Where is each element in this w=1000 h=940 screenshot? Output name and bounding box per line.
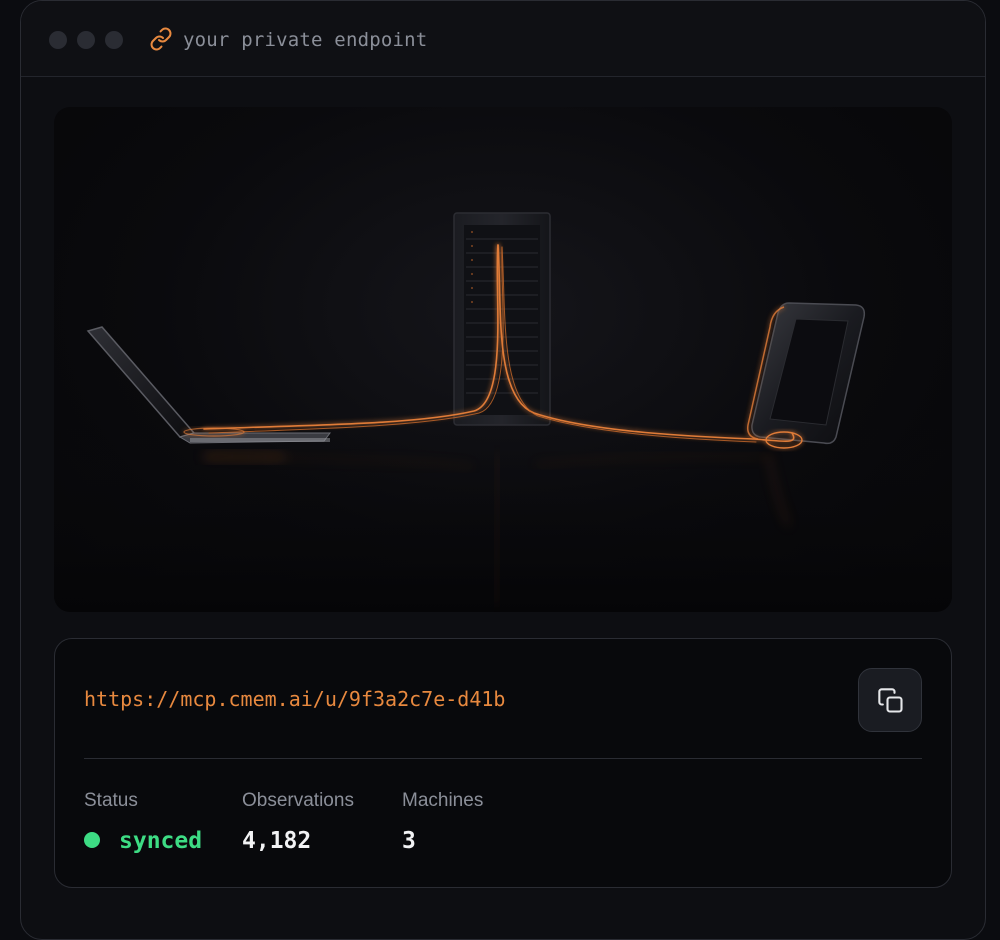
- connection-illustration: [54, 107, 952, 612]
- machines-value: 3: [402, 828, 416, 854]
- copy-icon: [878, 688, 903, 713]
- machines-label: Machines: [402, 790, 484, 811]
- status-indicator-dot: [84, 832, 100, 848]
- status-value: synced: [119, 828, 203, 854]
- observations-label: Observations: [242, 790, 354, 811]
- smartphone-graphic: [746, 302, 866, 445]
- window-title: your private endpoint: [183, 29, 428, 51]
- window-titlebar: your private endpoint: [21, 1, 985, 77]
- window-dot-maximize[interactable]: [105, 31, 123, 49]
- endpoint-window: your private endpoint https://mcp.cmem.a…: [20, 0, 986, 940]
- observations-value: 4,182: [242, 828, 312, 854]
- window-dot-close[interactable]: [49, 31, 67, 49]
- endpoint-card: https://mcp.cmem.ai/u/9f3a2c7e-d41b Stat…: [54, 638, 952, 888]
- endpoint-url[interactable]: https://mcp.cmem.ai/u/9f3a2c7e-d41b: [84, 686, 505, 712]
- link-icon: [149, 27, 173, 51]
- window-dot-minimize[interactable]: [77, 31, 95, 49]
- status-label: Status: [84, 790, 138, 811]
- copy-url-button[interactable]: [858, 668, 922, 732]
- server-rack-graphic: [453, 212, 551, 426]
- card-divider: [84, 758, 922, 759]
